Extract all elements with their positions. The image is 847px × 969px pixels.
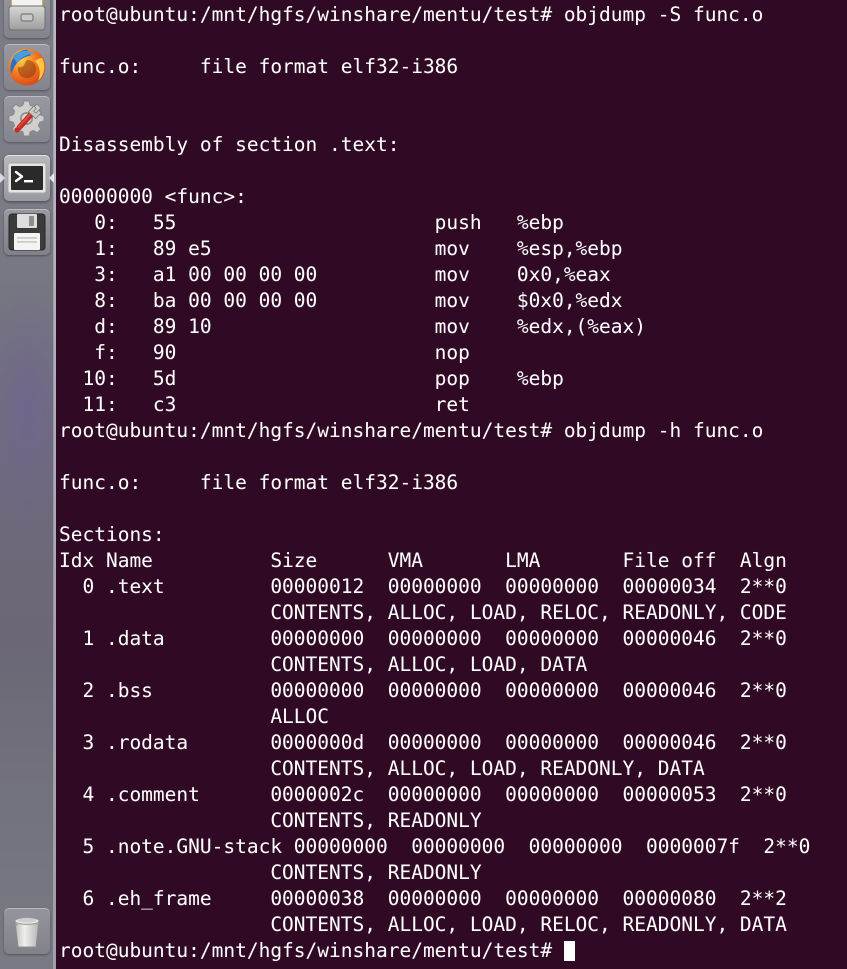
terminal-line: func.o: file format elf32-i386 bbox=[59, 55, 459, 78]
terminal-line: 2 .bss 00000000 00000000 00000000 000000… bbox=[59, 679, 787, 702]
terminal-line: 3: a1 00 00 00 00 mov 0x0,%eax bbox=[59, 263, 611, 286]
terminal-line: d: 89 10 mov %edx,(%eax) bbox=[59, 315, 646, 338]
terminal-prompt: root@ubuntu:/mnt/hgfs/winshare/mentu/tes… bbox=[59, 939, 564, 962]
launcher-item-firefox[interactable] bbox=[4, 44, 50, 90]
terminal-icon bbox=[4, 155, 50, 201]
terminal-line: 0 .text 00000012 00000000 00000000 00000… bbox=[59, 575, 787, 598]
terminal-line: 3 .rodata 0000000d 00000000 00000000 000… bbox=[59, 731, 787, 754]
terminal-line: 1 .data 00000000 00000000 00000000 00000… bbox=[59, 627, 787, 650]
terminal-line: CONTENTS, ALLOC, LOAD, RELOC, READONLY, … bbox=[59, 601, 787, 624]
terminal-line: CONTENTS, ALLOC, LOAD, READONLY, DATA bbox=[59, 757, 705, 780]
launcher-item-files[interactable] bbox=[4, 0, 50, 38]
trash-icon bbox=[4, 908, 50, 954]
terminal-left-edge bbox=[54, 0, 56, 969]
launcher-item-terminal[interactable] bbox=[4, 155, 50, 201]
terminal-line: Idx Name Size VMA LMA File off Algn bbox=[59, 549, 787, 572]
launcher-running-indicator-terminal bbox=[0, 173, 5, 183]
terminal-line: ALLOC bbox=[59, 705, 330, 728]
terminal-prompt-line: root@ubuntu:/mnt/hgfs/winshare/mentu/tes… bbox=[59, 938, 810, 964]
desktop-screen: root@ubuntu:/mnt/hgfs/winshare/mentu/tes… bbox=[0, 0, 847, 969]
terminal-line: Sections: bbox=[59, 523, 165, 546]
unity-launcher bbox=[0, 0, 54, 969]
terminal-cursor bbox=[563, 941, 576, 961]
terminal-line: Disassembly of section .text: bbox=[59, 133, 400, 156]
terminal-line: CONTENTS, READONLY bbox=[59, 861, 482, 884]
terminal-line: func.o: file format elf32-i386 bbox=[59, 471, 459, 494]
launcher-item-save[interactable] bbox=[4, 209, 50, 255]
files-icon bbox=[4, 0, 50, 38]
terminal-line: 5 .note.GNU-stack 00000000 00000000 0000… bbox=[59, 835, 811, 858]
terminal-line: 00000000 <func>: bbox=[59, 185, 247, 208]
terminal-line: root@ubuntu:/mnt/hgfs/winshare/mentu/tes… bbox=[59, 3, 764, 26]
launcher-item-system-settings[interactable] bbox=[4, 96, 50, 142]
terminal-line: 6 .eh_frame 00000038 00000000 00000000 0… bbox=[59, 887, 787, 910]
terminal-line: 0: 55 push %ebp bbox=[59, 211, 564, 234]
launcher-item-trash[interactable] bbox=[4, 908, 50, 954]
terminal-line: 4 .comment 0000002c 00000000 00000000 00… bbox=[59, 783, 787, 806]
terminal-line: CONTENTS, ALLOC, LOAD, DATA bbox=[59, 653, 588, 676]
terminal-line: 11: c3 ret bbox=[59, 393, 470, 416]
terminal-line: root@ubuntu:/mnt/hgfs/winshare/mentu/tes… bbox=[59, 419, 764, 442]
gear-wrench-icon bbox=[4, 96, 50, 142]
terminal-line: 8: ba 00 00 00 00 mov $0x0,%edx bbox=[59, 289, 623, 312]
terminal-line: CONTENTS, ALLOC, LOAD, RELOC, READONLY, … bbox=[59, 913, 787, 936]
firefox-icon bbox=[4, 44, 50, 90]
floppy-disk-icon bbox=[4, 209, 50, 255]
terminal-window[interactable]: root@ubuntu:/mnt/hgfs/winshare/mentu/tes… bbox=[54, 0, 847, 969]
terminal-line: 1: 89 e5 mov %esp,%ebp bbox=[59, 237, 623, 260]
terminal-output: root@ubuntu:/mnt/hgfs/winshare/mentu/tes… bbox=[59, 2, 810, 964]
terminal-line: 10: 5d pop %ebp bbox=[59, 367, 564, 390]
terminal-line: f: 90 nop bbox=[59, 341, 470, 364]
terminal-line: CONTENTS, READONLY bbox=[59, 809, 482, 832]
